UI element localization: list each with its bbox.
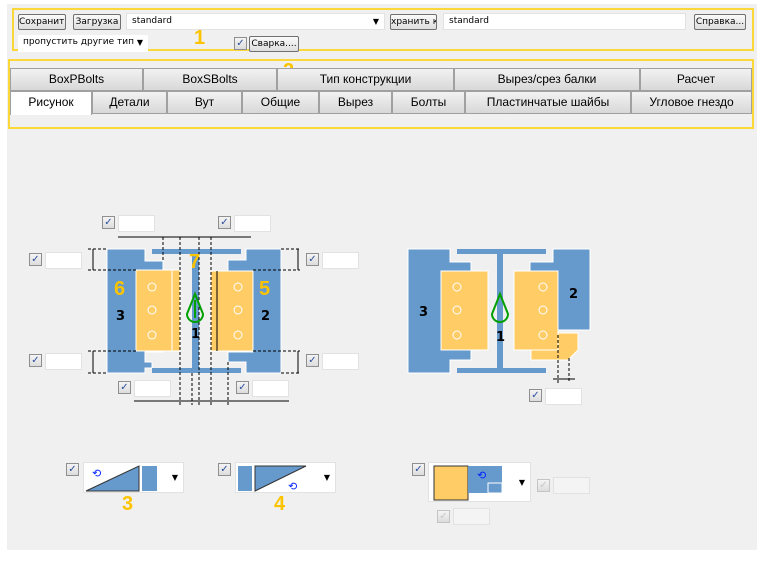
dim-input[interactable] [322, 353, 359, 370]
svg-text:⟲: ⟲ [477, 469, 486, 482]
part-label-2: 2 [261, 309, 271, 324]
right-beam-type-checkbox[interactable]: ✓ [218, 463, 231, 476]
annotation-7: 7 [189, 251, 201, 273]
part-label-3: 3 [116, 309, 126, 324]
dim-input[interactable] [45, 252, 82, 269]
dim-checkbox[interactable]: ✓ [529, 389, 542, 402]
part-label-3-right: 3 [419, 305, 429, 320]
beam-slope-right-icon: ⟲ [238, 465, 307, 493]
dim-input[interactable] [322, 252, 359, 269]
annotation-4: 4 [274, 493, 286, 515]
haunch-type-combo[interactable]: ⟲ ▼ [428, 462, 531, 502]
annotation-6: 6 [114, 278, 126, 300]
dim-input[interactable] [545, 388, 582, 405]
dim-checkbox[interactable]: ✓ [29, 354, 42, 367]
dim-checkbox[interactable]: ✓ [306, 253, 319, 266]
svg-text:⟲: ⟲ [92, 467, 101, 480]
dim-input[interactable] [118, 215, 155, 232]
haunch-type-checkbox[interactable]: ✓ [412, 463, 425, 476]
disabled-checkbox: ✓ [437, 510, 450, 523]
annotation-5: 5 [259, 278, 271, 300]
left-beam-type-checkbox[interactable]: ✓ [66, 463, 79, 476]
annotation-3: 3 [122, 493, 134, 515]
dim-checkbox[interactable]: ✓ [306, 354, 319, 367]
dim-checkbox[interactable]: ✓ [118, 381, 131, 394]
dim-checkbox[interactable]: ✓ [218, 216, 231, 229]
dim-input[interactable] [234, 215, 271, 232]
dim-checkbox[interactable]: ✓ [102, 216, 115, 229]
chevron-down-icon: ▼ [518, 478, 525, 487]
part-label-2-right: 2 [569, 287, 579, 302]
dim-input[interactable] [134, 380, 171, 397]
dim-checkbox[interactable]: ✓ [236, 381, 249, 394]
right-beam-type-combo[interactable]: ⟲ ▼ [235, 462, 336, 493]
dim-input[interactable] [252, 380, 289, 397]
part-label-1-right: 1 [496, 330, 506, 345]
beam-slope-left-icon: ⟲ [85, 465, 157, 492]
disabled-input [553, 477, 590, 494]
left-beam-type-combo[interactable]: ⟲ ▼ [83, 462, 184, 493]
chevron-down-icon: ▼ [323, 473, 330, 482]
chevron-down-icon: ▼ [171, 473, 178, 482]
svg-text:⟲: ⟲ [288, 480, 297, 493]
haunch-type-icon: ⟲ [433, 465, 503, 501]
disabled-input [453, 508, 490, 525]
disabled-checkbox: ✓ [537, 479, 550, 492]
right-drawing [407, 248, 591, 383]
left-plate [135, 269, 181, 352]
dim-input[interactable] [45, 353, 82, 370]
dim-checkbox[interactable]: ✓ [29, 253, 42, 266]
part-label-1: 1 [191, 327, 201, 342]
